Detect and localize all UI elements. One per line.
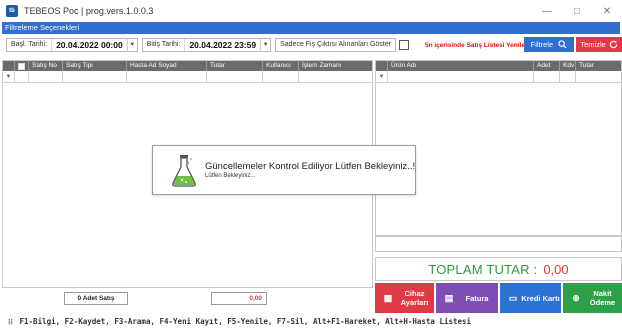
- dialog-subtitle: Lütfen Bekleyiniz...: [205, 173, 256, 179]
- products-grid-filter-row: ▼: [376, 71, 621, 83]
- app-logo-icon: tb: [6, 5, 18, 17]
- device-settings-label: Cihaz Ayarları: [400, 289, 429, 307]
- end-date-label: Bitiş Tarihi:: [143, 39, 186, 51]
- filter-cell[interactable]: [560, 71, 576, 83]
- shortcuts-text: F1-Bilgi, F2-Kaydet, F3-Arama, F4-Yeni K…: [19, 317, 472, 326]
- column-header-hasta[interactable]: Hasta Ad Soyad: [127, 61, 207, 71]
- column-header-tutar[interactable]: Tutar: [207, 61, 263, 71]
- filter-header: Filtreleme Seçenekleri: [2, 22, 620, 34]
- select-all-checkbox[interactable]: [18, 62, 25, 70]
- receipt-only-checkbox[interactable]: [398, 40, 409, 50]
- total-value: 0,00: [543, 261, 569, 277]
- end-date-field[interactable]: Bitiş Tarihi: 20.04.2022 23:59 ▼: [141, 38, 272, 52]
- receipt-only-field: Sadece Fiş Çıktısı Alınanları Göster: [275, 38, 396, 52]
- cash-payment-label: Nakit Ödeme: [589, 289, 616, 307]
- filter-cell[interactable]: [127, 71, 207, 83]
- maximize-button[interactable]: □: [562, 0, 592, 22]
- column-header-islem-zamani[interactable]: İşlem Zamanı: [299, 61, 372, 71]
- column-header-kdv[interactable]: Kdv: [560, 61, 576, 71]
- credit-card-icon: ▭: [508, 292, 518, 303]
- row-indicator-header: [376, 61, 388, 71]
- window-controls: — □ ✕: [532, 0, 622, 22]
- filter-cell[interactable]: [207, 71, 263, 83]
- invoice-button[interactable]: ▤ Fatura: [436, 283, 498, 313]
- filter-cell[interactable]: [576, 71, 621, 83]
- keyboard-icon: ⁞⁞: [8, 317, 13, 326]
- filter-funnel-icon[interactable]: ▼: [376, 71, 388, 83]
- end-date-value[interactable]: 20.04.2022 23:59: [185, 39, 260, 51]
- dialog-title: Güncellemeler Kontrol Ediliyor Lütfen Be…: [205, 161, 416, 172]
- filter-cell[interactable]: [388, 71, 534, 83]
- filter-cell[interactable]: [534, 71, 560, 83]
- filter-button-label: Filtrele: [530, 40, 554, 49]
- flask-icon: [172, 155, 196, 187]
- receipt-only-label: Sadece Fiş Çıktısı Alınanları Göster: [280, 41, 391, 48]
- filter-cell[interactable]: [15, 71, 29, 83]
- start-date-label: Başl. Tarihi:: [7, 39, 53, 51]
- clear-button[interactable]: Temizle: [576, 37, 622, 52]
- column-header-satis-tipi[interactable]: Satış Tipi: [63, 61, 127, 71]
- start-date-value[interactable]: 20.04.2022 00:00: [52, 39, 127, 51]
- column-header-kullanici[interactable]: Kullanıcı: [263, 61, 299, 71]
- credit-card-label: Kredi Kartı: [521, 293, 560, 303]
- credit-card-button[interactable]: ▭ Kredi Kartı: [500, 283, 561, 313]
- column-header-tutar[interactable]: Tutar: [576, 61, 621, 71]
- search-icon: [558, 40, 567, 49]
- sales-grid-header: Satış No Satış Tipi Hasta Ad Soyad Tutar…: [3, 61, 372, 71]
- invoice-icon: ▤: [444, 292, 454, 303]
- title-bar: tb TEBEOS Poc | prog.vers.1.0.0.3 — □ ✕: [0, 0, 622, 22]
- refresh-icon: [609, 40, 617, 49]
- invoice-label: Fatura: [465, 293, 489, 303]
- filter-cell[interactable]: [263, 71, 299, 83]
- row-indicator-header: [3, 61, 15, 71]
- filter-cell[interactable]: [299, 71, 372, 83]
- shortcuts-bar: ⁞⁞ F1-Bilgi, F2-Kaydet, F3-Arama, F4-Yen…: [2, 315, 620, 329]
- sales-count: 0 Adet Satış: [64, 292, 128, 305]
- cash-payment-button[interactable]: ⊕ Nakit Ödeme: [563, 283, 622, 313]
- select-all-cell[interactable]: [15, 61, 29, 71]
- filter-cell[interactable]: [29, 71, 63, 83]
- start-date-field[interactable]: Başl. Tarihi: 20.04.2022 00:00 ▼: [6, 38, 138, 52]
- column-header-adet[interactable]: Adet: [534, 61, 560, 71]
- cash-icon: ⊕: [572, 292, 580, 303]
- column-header-satis-no[interactable]: Satış No: [29, 61, 63, 71]
- window-title: TEBEOS Poc | prog.vers.1.0.0.3: [24, 6, 154, 16]
- minimize-button[interactable]: —: [532, 0, 562, 22]
- update-check-dialog: Güncellemeler Kontrol Ediliyor Lütfen Be…: [152, 145, 416, 195]
- clear-button-label: Temizle: [580, 40, 606, 49]
- filter-funnel-icon[interactable]: ▼: [3, 71, 15, 83]
- filter-row: Başl. Tarihi: 20.04.2022 00:00 ▼ Bitiş T…: [2, 34, 622, 56]
- column-header-urun-adi[interactable]: Ürün Adı: [388, 61, 534, 71]
- total-label: TOPLAM TUTAR :: [428, 261, 538, 277]
- sales-grid-filter-row: ▼: [3, 71, 372, 83]
- filter-button[interactable]: Filtrele: [524, 37, 574, 52]
- products-grid-header: Ürün Adı Adet Kdv Tutar: [376, 61, 621, 71]
- close-button[interactable]: ✕: [592, 0, 622, 22]
- filter-cell[interactable]: [63, 71, 127, 83]
- total-amount-panel: TOPLAM TUTAR : 0,00: [375, 257, 622, 281]
- chevron-down-icon[interactable]: ▼: [126, 38, 137, 52]
- printer-icon: ▦: [383, 292, 393, 303]
- device-settings-button[interactable]: ▦ Cihaz Ayarları: [375, 283, 434, 313]
- products-summary-row: [375, 236, 622, 252]
- sales-amount: 0,00: [211, 292, 267, 305]
- chevron-down-icon[interactable]: ▼: [260, 38, 270, 52]
